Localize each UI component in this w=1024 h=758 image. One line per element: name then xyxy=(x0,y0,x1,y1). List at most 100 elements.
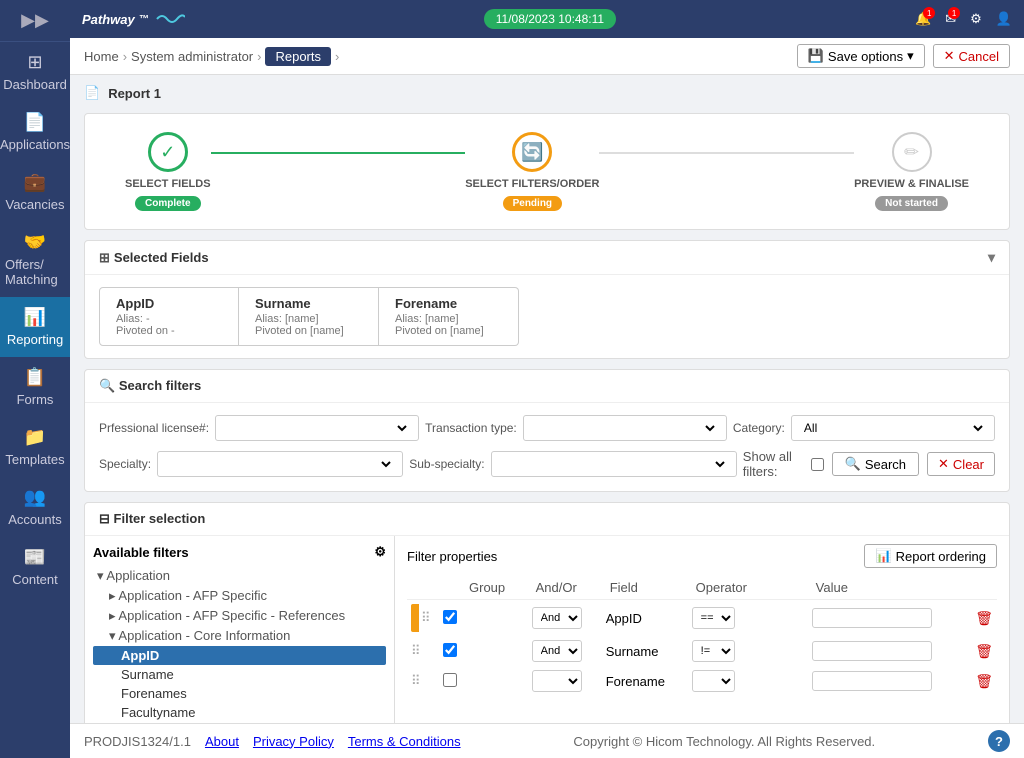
subspecialty-input[interactable] xyxy=(491,451,737,477)
license-select[interactable] xyxy=(224,420,410,436)
row1-field: AppID xyxy=(606,611,642,626)
step1-badge: Complete xyxy=(135,196,201,211)
license-input[interactable] xyxy=(215,415,419,441)
filter-props-title: Filter properties xyxy=(407,549,497,564)
row1-checkbox[interactable] xyxy=(443,610,457,624)
app-name: Pathway xyxy=(82,12,135,27)
cancel-button[interactable]: ✕ Cancel xyxy=(933,44,1010,68)
row1-andor-select[interactable]: AndOr xyxy=(532,607,582,629)
step1-label: SELECT FIELDS xyxy=(125,178,211,190)
sidebar-item-label: Applications xyxy=(0,137,70,152)
filter-props-header: Filter properties 📊 Report ordering xyxy=(407,544,997,568)
datetime-badge: 11/08/2023 10:48:11 xyxy=(484,9,616,29)
search-button[interactable]: 🔍 Search xyxy=(832,452,919,476)
help-button[interactable]: ? xyxy=(988,730,1010,752)
row1-delete-button[interactable]: 🗑 xyxy=(975,610,993,627)
col-handle xyxy=(407,576,439,600)
clear-button[interactable]: ✕ Clear xyxy=(927,452,995,476)
dashboard-icon: ⊞ xyxy=(27,52,42,73)
sidebar-item-label: Templates xyxy=(5,452,64,467)
row3-delete-button[interactable]: 🗑 xyxy=(975,673,993,690)
sidebar-item-label: Reporting xyxy=(7,332,63,347)
tree-item-datesubmitted[interactable]: DateSubmitted xyxy=(93,722,386,723)
transaction-input[interactable] xyxy=(523,415,727,441)
row2-delete-button[interactable]: 🗑 xyxy=(975,643,993,660)
col-value: Value xyxy=(808,576,972,600)
row2-andor-select[interactable]: AndOr xyxy=(532,640,582,662)
drag-handle-2[interactable]: ⠿ xyxy=(411,643,421,658)
filter-row-3: ⠿ AndOr Forename xyxy=(407,666,997,696)
row1-operator-select[interactable]: ==!=>< xyxy=(692,607,735,629)
row3-checkbox[interactable] xyxy=(443,673,457,687)
row1-value-input[interactable] xyxy=(812,608,932,628)
row3-operator-select[interactable]: ==!= xyxy=(692,670,735,692)
category-label: Category: xyxy=(733,421,785,435)
col-operator: Operator xyxy=(688,576,808,600)
mail-icon[interactable]: ✉1 xyxy=(945,11,956,27)
footer-about[interactable]: About xyxy=(205,734,239,749)
row2-value-input[interactable] xyxy=(812,641,932,661)
footer-terms[interactable]: Terms & Conditions xyxy=(348,734,461,749)
tree-item-surname[interactable]: Surname xyxy=(93,665,386,684)
tree-item-afp[interactable]: ▸ Application - AFP Specific xyxy=(93,586,386,606)
sidebar-item-forms[interactable]: 📋 Forms xyxy=(0,357,70,417)
field-card-forename: Forename Alias: [name] Pivoted on [name] xyxy=(379,287,519,346)
user-icon[interactable]: 👤 xyxy=(996,11,1012,27)
breadcrumb-sep2: › xyxy=(257,49,261,64)
sidebar-item-applications[interactable]: 📄 Applications xyxy=(0,102,70,162)
drag-handle-3[interactable]: ⠿ xyxy=(411,673,421,688)
field-alias-surname: Alias: [name] xyxy=(255,313,362,325)
filter-icon: ⊟ xyxy=(99,511,110,526)
subspecialty-select[interactable] xyxy=(500,456,728,472)
category-select[interactable]: All xyxy=(800,420,986,436)
row2-operator-select[interactable]: !===>< xyxy=(692,640,735,662)
footer-copyright: Copyright © Hicom Technology. All Rights… xyxy=(573,734,875,749)
category-input[interactable]: All xyxy=(791,415,995,441)
sidebar-item-dashboard[interactable]: ⊞ Dashboard xyxy=(0,42,70,102)
notification-badge: 1 xyxy=(923,7,935,19)
sidebar-item-accounts[interactable]: 👥 Accounts xyxy=(0,477,70,537)
show-all-checkbox[interactable] xyxy=(811,458,824,471)
row2-checkbox[interactable] xyxy=(443,643,457,657)
breadcrumb-home[interactable]: Home xyxy=(84,49,119,64)
tree-item-forenames[interactable]: Forenames xyxy=(93,684,386,703)
sidebar-item-content[interactable]: 📰 Content xyxy=(0,537,70,597)
footer-privacy[interactable]: Privacy Policy xyxy=(253,734,334,749)
breadcrumb-bar: Home › System administrator › Reports › … xyxy=(70,38,1024,75)
sidebar-item-label: Vacancies xyxy=(5,197,64,212)
step-select-fields: ✓ SELECT FIELDS Complete xyxy=(125,132,211,211)
sidebar-item-offers[interactable]: 🤝 Offers/ Matching xyxy=(0,222,70,297)
drag-handle-1[interactable]: ⠿ xyxy=(421,610,435,626)
row3-andor-select[interactable]: AndOr xyxy=(532,670,582,692)
row3-value-input[interactable] xyxy=(812,671,932,691)
cancel-x-icon: ✕ xyxy=(944,48,955,64)
search-icon: 🔍 xyxy=(99,378,115,393)
save-options-button[interactable]: 💾 Save options ▾ xyxy=(797,44,925,68)
filter-tree-panel: Available filters ⚙ ▾ Application ▸ Appl… xyxy=(85,536,395,723)
field-name-forename: Forename xyxy=(395,296,502,311)
report-ordering-button[interactable]: 📊 Report ordering xyxy=(864,544,997,568)
applications-icon: 📄 xyxy=(24,112,46,133)
tree-item-afp-ref[interactable]: ▸ Application - AFP Specific - Reference… xyxy=(93,606,386,626)
selected-fields-collapse[interactable]: ▾ xyxy=(988,249,995,266)
sidebar-item-templates[interactable]: 📁 Templates xyxy=(0,417,70,477)
specialty-input[interactable] xyxy=(157,451,403,477)
sidebar-toggle[interactable]: ▶▶ xyxy=(0,0,70,42)
field-pivot-forename: Pivoted on [name] xyxy=(395,325,502,337)
vacancies-icon: 💼 xyxy=(24,172,46,193)
transaction-select[interactable] xyxy=(532,420,718,436)
breadcrumb-sysadmin[interactable]: System administrator xyxy=(131,49,253,64)
tree-item-core[interactable]: ▾ Application - Core Information xyxy=(93,626,386,646)
content-icon: 📰 xyxy=(24,547,46,568)
tree-settings-icon[interactable]: ⚙ xyxy=(374,544,386,560)
tree-item-appid[interactable]: AppID xyxy=(93,646,386,665)
sidebar-item-vacancies[interactable]: 💼 Vacancies xyxy=(0,162,70,222)
field-card-appid: AppID Alias: - Pivoted on - xyxy=(99,287,239,346)
settings-icon[interactable]: ⚙ xyxy=(970,11,982,27)
tree-item-application[interactable]: ▾ Application xyxy=(93,566,386,586)
specialty-select[interactable] xyxy=(166,456,394,472)
sidebar-item-reporting[interactable]: 📊 Reporting xyxy=(0,297,70,357)
tree-item-facultyname[interactable]: Facultyname xyxy=(93,703,386,722)
clear-icon: ✕ xyxy=(938,456,949,472)
notification-icon[interactable]: 🔔1 xyxy=(915,11,931,27)
